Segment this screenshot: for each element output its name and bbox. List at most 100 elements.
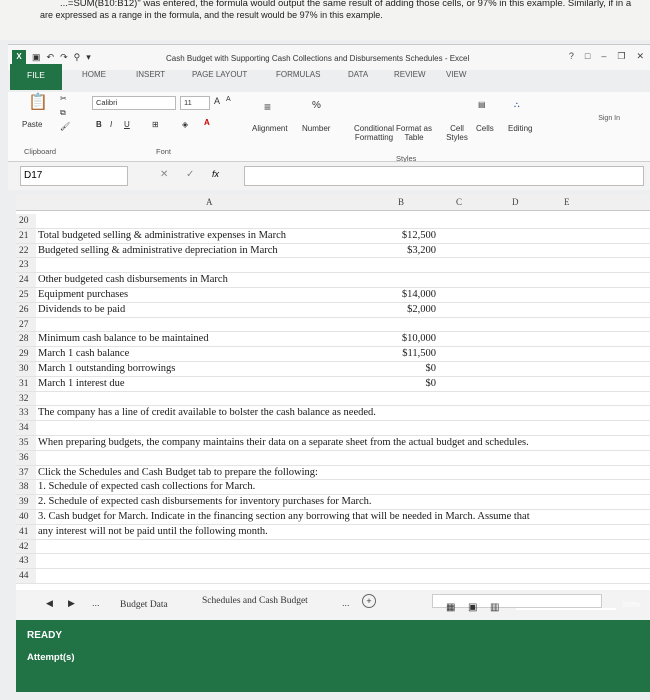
tab-home[interactable]: HOME — [82, 70, 106, 79]
format-as-table-button[interactable]: Format as Table — [396, 124, 432, 142]
format-painter-qa-icon[interactable]: ⚲ — [74, 52, 81, 63]
tab-view[interactable]: VIEW — [446, 70, 466, 79]
tab-review[interactable]: REVIEW — [394, 70, 426, 79]
cell-a[interactable]: The company has a line of credit availab… — [38, 406, 376, 420]
cell-b[interactable]: $11,500 — [402, 347, 436, 361]
table-row[interactable]: 26 Dividends to be paid $2,000 — [16, 302, 650, 318]
cell-styles-button[interactable]: Cell Styles — [442, 124, 472, 142]
table-row[interactable]: 40 3. Cash budget for March. Indicate in… — [16, 510, 650, 525]
help-icon[interactable]: ? — [569, 51, 574, 62]
column-header-b[interactable]: B — [398, 197, 404, 207]
cell-b[interactable]: $14,000 — [402, 288, 436, 302]
table-row[interactable]: 23 — [16, 258, 650, 274]
row-number[interactable]: 32 — [16, 391, 36, 406]
cell-b[interactable]: $0 — [426, 377, 437, 391]
table-row[interactable]: 42 — [16, 539, 650, 555]
enter-formula-icon[interactable]: ✓ — [186, 169, 194, 180]
find-select-icon[interactable]: ⛬ — [514, 100, 520, 110]
cell-a[interactable]: Minimum cash balance to be maintained — [38, 332, 209, 346]
grow-font-icon[interactable]: A — [214, 96, 220, 106]
row-number[interactable]: 24 — [16, 273, 36, 287]
row-number[interactable]: 39 — [16, 495, 36, 509]
formula-input[interactable] — [244, 166, 644, 186]
cell-a[interactable]: March 1 interest due — [38, 377, 125, 391]
cell-b[interactable]: $0 — [426, 362, 437, 376]
zoom-slider[interactable] — [516, 608, 616, 610]
format-painter-icon[interactable]: 🖌 — [60, 122, 70, 131]
table-row[interactable]: 34 — [16, 421, 650, 436]
insert-function-button[interactable]: fx — [212, 169, 219, 179]
table-row[interactable]: 31 March 1 interest due $0 — [16, 376, 650, 392]
cell-b[interactable]: $12,500 — [402, 229, 436, 243]
cell-a[interactable]: Click the Schedules and Cash Budget tab … — [38, 466, 318, 480]
minimize-icon[interactable]: – — [601, 51, 606, 62]
cell-a[interactable]: Budgeted selling & administrative deprec… — [38, 244, 278, 258]
sheet-tab-schedules-cash-budget[interactable]: Schedules and Cash Budget — [202, 596, 308, 606]
row-number[interactable]: 43 — [16, 554, 36, 569]
page-break-view-icon[interactable]: ▥ — [490, 602, 499, 613]
cell-a[interactable]: Total budgeted selling & administrative … — [38, 229, 286, 243]
alignment-button[interactable]: Alignment — [252, 124, 288, 133]
prev-sheet-icon[interactable]: ◀ — [46, 598, 53, 609]
cells-icon[interactable]: ▤ — [478, 100, 486, 109]
percent-icon[interactable]: % — [312, 100, 321, 111]
tab-data[interactable]: DATA — [348, 70, 368, 79]
fill-color-icon[interactable]: ◈ — [182, 120, 188, 129]
row-number[interactable]: 34 — [16, 421, 36, 435]
sheet-tab-budget-data[interactable]: Budget Data — [120, 600, 168, 610]
row-number[interactable]: 20 — [16, 214, 36, 228]
table-row[interactable]: 38 1. Schedule of expected cash collecti… — [16, 480, 650, 496]
cell-a[interactable]: Equipment purchases — [38, 288, 128, 302]
table-row[interactable]: 29 March 1 cash balance $11,500 — [16, 347, 650, 362]
row-number[interactable]: 29 — [16, 347, 36, 361]
cells-button[interactable]: Cells — [476, 124, 494, 133]
customize-qa-icon[interactable]: ▾ — [86, 52, 91, 63]
row-number[interactable]: 31 — [16, 376, 36, 391]
row-number[interactable]: 30 — [16, 362, 36, 376]
cell-a[interactable]: March 1 outstanding borrowings — [38, 362, 175, 376]
conditional-formatting-button[interactable]: Conditional Formatting — [344, 124, 404, 142]
close-icon[interactable]: ✕ — [636, 51, 644, 62]
number-button[interactable]: Number — [302, 124, 330, 133]
tab-formulas[interactable]: FORMULAS — [276, 70, 320, 79]
cell-a[interactable]: March 1 cash balance — [38, 347, 129, 361]
column-header-c[interactable]: C — [456, 197, 462, 207]
cell-b[interactable]: $2,000 — [407, 303, 436, 317]
table-row[interactable]: 21 Total budgeted selling & administrativ… — [16, 228, 650, 244]
table-row[interactable]: 33 The company has a line of credit avail… — [16, 406, 650, 422]
row-number[interactable]: 38 — [16, 480, 36, 495]
table-row[interactable]: 27 — [16, 317, 650, 333]
normal-view-icon[interactable]: ▦ — [446, 602, 455, 613]
row-number[interactable]: 40 — [16, 510, 36, 524]
table-row[interactable]: 30 March 1 outstanding borrowings $0 — [16, 362, 650, 377]
cut-icon[interactable]: ✂ — [60, 94, 67, 103]
font-size-select[interactable]: 11 — [180, 96, 210, 110]
font-color-icon[interactable]: A — [204, 118, 210, 127]
undo-icon[interactable]: ↶ — [47, 52, 55, 63]
tab-file[interactable]: FILE — [10, 64, 62, 90]
paste-button[interactable]: Paste — [22, 120, 42, 129]
cell-a[interactable]: When preparing budgets, the company main… — [38, 436, 529, 450]
add-sheet-button[interactable]: + — [362, 594, 376, 608]
row-number[interactable]: 33 — [16, 406, 36, 421]
redo-icon[interactable]: ↷ — [60, 52, 68, 63]
cell-a[interactable]: 2. Schedule of expected cash disbursemen… — [38, 495, 372, 509]
sheet-more[interactable]: ... — [342, 598, 350, 608]
row-number[interactable]: 27 — [16, 317, 36, 332]
restore-icon[interactable]: ❐ — [617, 51, 625, 62]
table-row[interactable]: 44 — [16, 569, 650, 584]
table-row[interactable]: 22 Budgeted selling & administrative depr… — [16, 243, 650, 259]
table-row[interactable]: 28 Minimum cash balance to be maintained $… — [16, 332, 650, 348]
name-box[interactable]: D17 — [20, 166, 128, 186]
column-header-d[interactable]: D — [512, 197, 519, 207]
table-row[interactable]: 32 — [16, 391, 650, 407]
cell-a[interactable]: any interest will not be paid until the … — [38, 525, 268, 539]
column-header-e[interactable]: E — [564, 197, 570, 207]
row-number[interactable]: 26 — [16, 302, 36, 317]
table-row[interactable]: 35 When preparing budgets, the company ma… — [16, 436, 650, 451]
table-row[interactable]: 20 — [16, 214, 650, 229]
sheet-nav-more[interactable]: ... — [92, 598, 100, 608]
cell-b[interactable]: $3,200 — [407, 244, 436, 258]
row-number[interactable]: 28 — [16, 332, 36, 347]
row-number[interactable]: 44 — [16, 569, 36, 583]
